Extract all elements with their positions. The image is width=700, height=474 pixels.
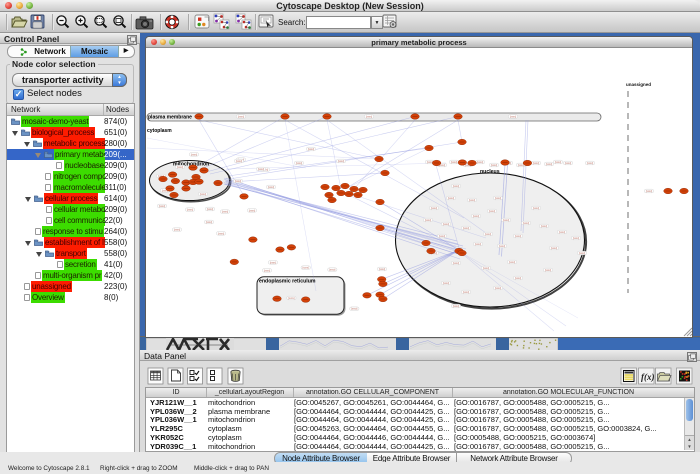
svg-text:[xxxx]: [xxxx] — [473, 215, 479, 218]
svg-text:[xxxx]: [xxxx] — [448, 197, 454, 200]
svg-text:[xxxx]: [xxxx] — [249, 209, 255, 212]
svg-text:[xxxx]: [xxxx] — [191, 153, 197, 156]
svg-text:[xxxx]: [xxxx] — [533, 207, 539, 210]
svg-text:[xxxx]: [xxxx] — [499, 245, 505, 248]
svg-text:[xxxx]: [xxxx] — [159, 205, 165, 208]
svg-text:[xxxx]: [xxxx] — [218, 232, 224, 235]
svg-text:[xxxx]: [xxxx] — [329, 269, 335, 272]
svg-text:[xxxx]: [xxxx] — [555, 161, 561, 164]
svg-text:[xxxx]: [xxxx] — [236, 160, 242, 163]
svg-text:[xxxx]: [xxxx] — [308, 148, 314, 151]
svg-text:plasma membrane: plasma membrane — [148, 115, 192, 121]
svg-text:[xxxx]: [xxxx] — [296, 162, 302, 165]
svg-text:[xxxx]: [xxxx] — [541, 225, 547, 228]
svg-text:[xxxx]: [xxxx] — [523, 222, 529, 225]
svg-text:[xxxx]: [xxxx] — [351, 308, 357, 311]
svg-text:[xxxx]: [xxxx] — [510, 116, 516, 119]
svg-text:[xxxx]: [xxxx] — [222, 211, 228, 214]
svg-text:[xxxx]: [xxxx] — [453, 305, 459, 308]
svg-text:[xxxx]: [xxxx] — [235, 180, 241, 183]
svg-text:[xxxx]: [xxxx] — [200, 193, 206, 196]
svg-text:[xxxx]: [xxxx] — [379, 268, 385, 271]
svg-text:[xxxx]: [xxxx] — [268, 186, 274, 189]
svg-text:[xxxx]: [xxxx] — [515, 277, 521, 280]
svg-text:cytoplasm: cytoplasm — [147, 128, 172, 134]
svg-text:endoplasmic reticulum: endoplasmic reticulum — [259, 279, 316, 285]
svg-text:[xxxx]: [xxxx] — [174, 229, 180, 232]
svg-text:[xxxx]: [xxxx] — [483, 267, 489, 270]
svg-text:[xxxx]: [xxxx] — [443, 223, 449, 226]
svg-text:[xxxx]: [xxxx] — [509, 261, 515, 264]
svg-text:f(x): f(x) — [641, 372, 655, 382]
svg-text:[xxxx]: [xxxx] — [187, 209, 193, 212]
svg-text:[xxxx]: [xxxx] — [270, 261, 276, 264]
svg-text:[xxxx]: [xxxx] — [477, 161, 483, 164]
svg-text:[xxxx]: [xxxx] — [207, 208, 213, 211]
svg-text:[xxxx]: [xxxx] — [439, 235, 445, 238]
svg-text:[xxxx]: [xxxx] — [495, 287, 501, 290]
svg-text:[xxxx]: [xxxx] — [546, 163, 552, 166]
svg-text:[xxxx]: [xxxx] — [303, 267, 309, 270]
svg-text:[xxxx]: [xxxx] — [431, 207, 437, 210]
svg-text:[xxxx]: [xxxx] — [495, 197, 501, 200]
svg-text:[xxxx]: [xxxx] — [559, 231, 565, 234]
svg-text:[xxxx]: [xxxx] — [463, 291, 469, 294]
svg-text:[xxxx]: [xxxx] — [551, 247, 557, 250]
svg-text:[xxxx]: [xxxx] — [177, 166, 183, 169]
svg-text:[xxxx]: [xxxx] — [288, 297, 294, 300]
svg-text:[xxxx]: [xxxx] — [443, 282, 449, 285]
svg-text:[xxxx]: [xxxx] — [533, 162, 539, 165]
svg-text:[xxxx]: [xxxx] — [206, 221, 212, 224]
svg-text:[xxxx]: [xxxx] — [579, 252, 585, 255]
svg-text:[xxxx]: [xxxx] — [469, 199, 475, 202]
svg-text:[xxxx]: [xxxx] — [453, 185, 459, 188]
svg-text:[xxxx]: [xxxx] — [565, 162, 571, 165]
svg-text:[xxxx]: [xxxx] — [425, 219, 431, 222]
svg-text:[xxxx]: [xxxx] — [264, 269, 270, 272]
svg-text:[xxxx]: [xxxx] — [573, 237, 579, 240]
svg-text:[xxxx]: [xxxx] — [366, 116, 372, 119]
svg-text:[xxxx]: [xxxx] — [587, 162, 593, 165]
svg-text:unassigned: unassigned — [626, 82, 651, 87]
svg-text:[xxxx]: [xxxx] — [451, 161, 457, 164]
svg-text:[xxxx]: [xxxx] — [338, 160, 344, 163]
svg-text:[xxxx]: [xxxx] — [545, 269, 551, 272]
svg-text:[xxxx]: [xxxx] — [238, 116, 244, 119]
svg-text:[xxxx]: [xxxx] — [646, 190, 652, 193]
svg-text:[xxxx]: [xxxx] — [453, 262, 459, 265]
svg-text:[xxxx]: [xxxx] — [515, 235, 521, 238]
svg-text:[xxxx]: [xxxx] — [491, 164, 497, 167]
svg-text:nucleus: nucleus — [480, 169, 500, 175]
svg-text:[xxxx]: [xxxx] — [485, 233, 491, 236]
svg-text:[xxxx]: [xxxx] — [475, 243, 481, 246]
svg-text:[xxxx]: [xxxx] — [258, 168, 264, 171]
svg-text:[xxxx]: [xxxx] — [489, 210, 495, 213]
svg-text:[xxxx]: [xxxx] — [503, 219, 509, 222]
svg-text:[xxxx]: [xxxx] — [463, 227, 469, 230]
